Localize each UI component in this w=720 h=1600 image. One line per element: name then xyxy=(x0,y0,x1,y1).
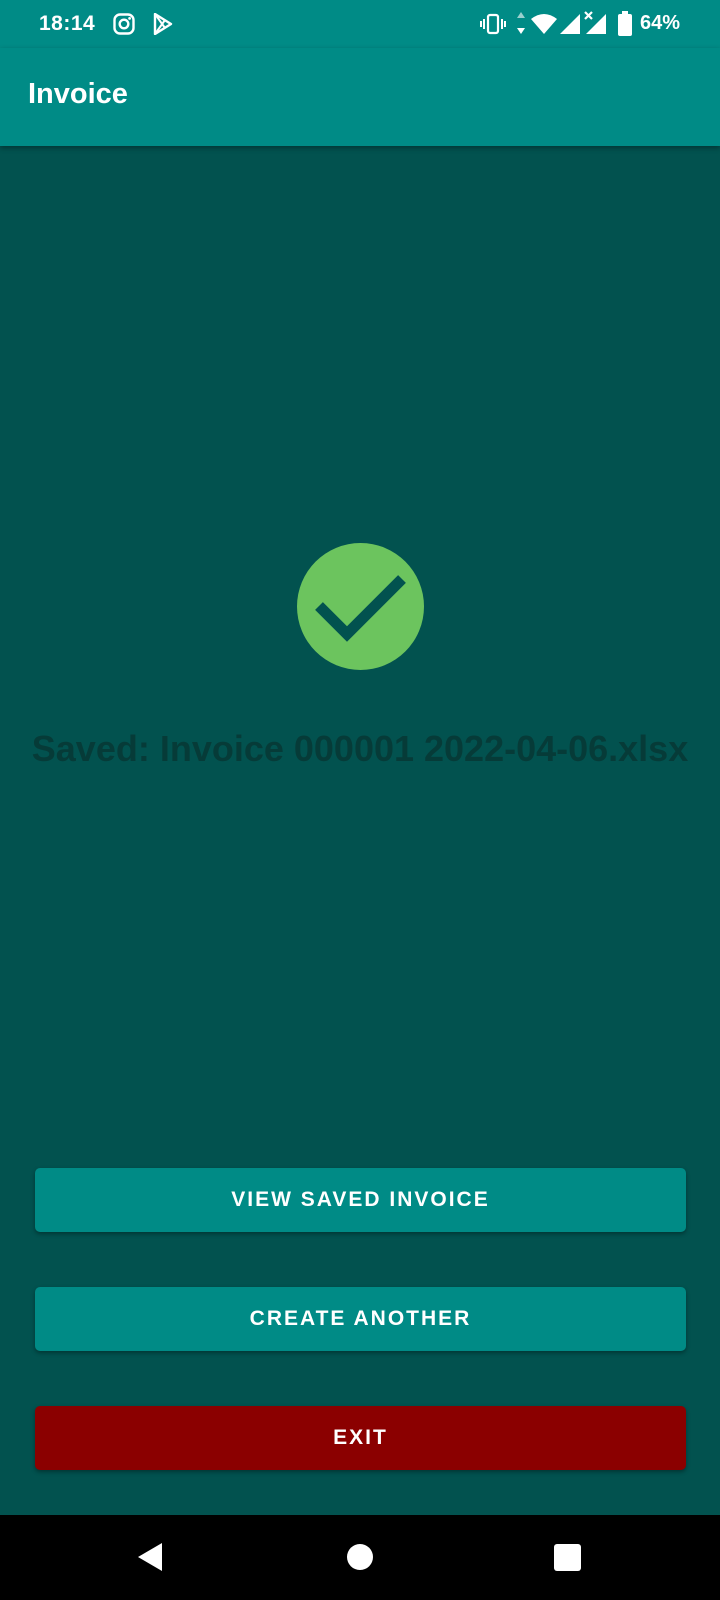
status-time: 18:14 xyxy=(39,12,96,35)
page-title: Invoice xyxy=(28,78,128,110)
instagram-icon xyxy=(113,13,135,35)
create-another-button[interactable]: CREATE ANOTHER xyxy=(35,1287,686,1351)
app-bar: Invoice xyxy=(0,48,720,146)
data-arrows-icon xyxy=(517,12,525,34)
navigation-bar xyxy=(0,1515,720,1600)
saved-message: Saved: Invoice 000001 2022-04-06.xlsx xyxy=(31,728,689,769)
signal-icon xyxy=(560,14,580,34)
vibrate-icon xyxy=(480,13,506,35)
battery-icon xyxy=(618,11,632,36)
signal-no-data-icon xyxy=(584,11,606,34)
view-saved-invoice-button[interactable]: VIEW SAVED INVOICE xyxy=(35,1168,686,1232)
recents-icon[interactable] xyxy=(554,1544,581,1571)
back-icon[interactable] xyxy=(137,1542,163,1572)
status-bar: 18:14 64% xyxy=(0,0,720,48)
check-circle-icon xyxy=(297,543,424,670)
play-store-icon xyxy=(153,13,173,35)
battery-percent: 64% xyxy=(640,12,681,34)
exit-button[interactable]: EXIT xyxy=(35,1406,686,1470)
wifi-icon xyxy=(531,14,557,34)
home-icon[interactable] xyxy=(347,1544,373,1570)
